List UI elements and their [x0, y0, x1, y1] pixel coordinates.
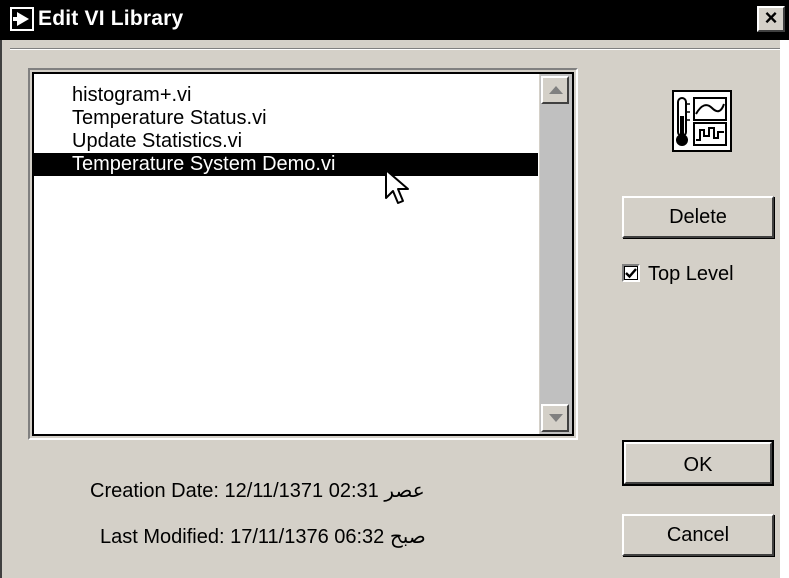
top-level-checkbox[interactable] — [622, 264, 640, 282]
last-modified-label: Last Modified: — [100, 526, 225, 548]
window-title: Edit VI Library — [38, 7, 184, 30]
labview-run-icon — [10, 7, 34, 31]
close-button[interactable]: × — [757, 6, 785, 32]
ok-button-label: OK — [683, 454, 713, 476]
cancel-button[interactable]: Cancel — [622, 514, 774, 556]
scroll-down-button[interactable] — [541, 404, 569, 432]
creation-date-value: 12/11/1371 02:31 عصر — [224, 480, 425, 502]
checkmark-icon — [625, 268, 637, 279]
edit-vi-library-dialog: Edit VI Library × histogram+.vi Temperatu… — [0, 0, 789, 578]
window-border — [0, 40, 2, 578]
list-item[interactable]: Temperature Status.vi — [34, 107, 538, 130]
vi-list: histogram+.vi Temperature Status.vi Update… — [34, 84, 538, 176]
delete-button[interactable]: Delete — [622, 196, 774, 238]
last-modified-row: Last Modified: 17/11/1376 06:32 صبح — [100, 525, 426, 549]
thermometer-graph-icon — [672, 90, 732, 152]
ok-button[interactable]: OK — [622, 440, 774, 486]
list-item[interactable]: Update Statistics.vi — [34, 130, 538, 153]
list-item[interactable]: histogram+.vi — [34, 84, 538, 107]
arrow-down-icon — [549, 414, 563, 422]
vi-listbox[interactable]: histogram+.vi Temperature Status.vi Update… — [28, 68, 578, 440]
list-item[interactable]: Temperature System Demo.vi — [34, 153, 538, 176]
close-icon: × — [764, 5, 778, 30]
vi-listbox-inner: histogram+.vi Temperature Status.vi Update… — [32, 72, 574, 436]
divider — [10, 48, 780, 50]
ok-button-face: OK — [624, 442, 772, 484]
mouse-pointer-icon — [385, 169, 409, 204]
arrow-up-icon — [549, 86, 563, 94]
last-modified-value: 17/11/1376 06:32 صبح — [230, 526, 426, 548]
title-bar[interactable]: Edit VI Library × — [0, 0, 789, 40]
vertical-scrollbar[interactable] — [539, 74, 572, 434]
window-border-right — [780, 40, 789, 578]
scroll-up-button[interactable] — [541, 76, 569, 104]
top-level-label: Top Level — [648, 263, 734, 285]
creation-date-row: Creation Date: 12/11/1371 02:31 عصر — [90, 479, 425, 503]
creation-date-label: Creation Date: — [90, 480, 219, 502]
